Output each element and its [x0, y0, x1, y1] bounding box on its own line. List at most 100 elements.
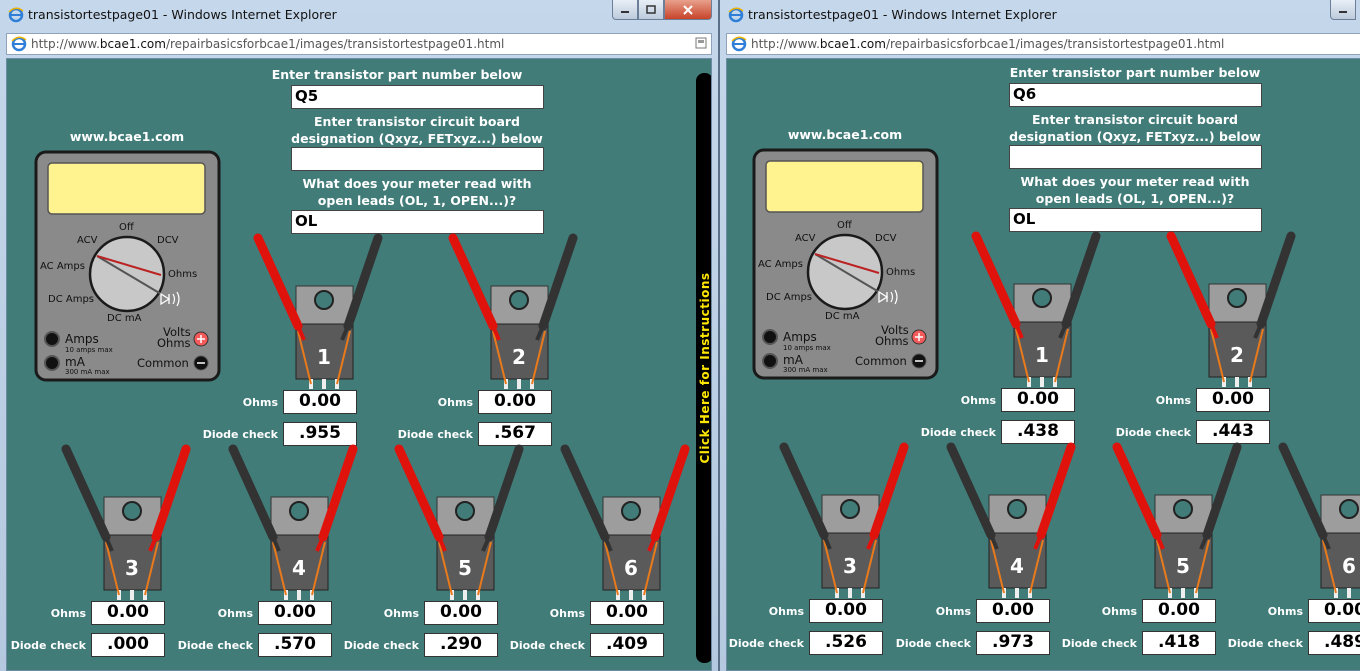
meter-read-label: What does your meter read with open leads…	[975, 173, 1295, 207]
ohms-label: Ohms	[217, 607, 253, 620]
address-bar[interactable]: http://www.bcae1.com/repairbasicsforbcae…	[6, 33, 712, 55]
meter-read-label-line2: open leads (OL, 1, OPEN...)?	[1035, 191, 1235, 206]
transistor-legs	[616, 590, 646, 600]
transistor-legs	[1168, 588, 1198, 598]
ohms-value[interactable]: 0.00	[976, 599, 1050, 623]
part-number-input[interactable]: Q6	[1009, 83, 1262, 107]
diode-check-value[interactable]: .567	[478, 422, 552, 446]
diode-check-label: Diode check	[397, 428, 473, 441]
meter-volts-ohms: Ohms	[157, 336, 191, 350]
diode-check-label: Diode check	[177, 639, 253, 652]
meter-read-label-line2: open leads (OL, 1, OPEN...)?	[317, 193, 517, 208]
svg-text:4: 4	[1010, 554, 1024, 578]
diode-check-label: Diode check	[920, 426, 996, 439]
diode-check-label: Diode check	[895, 637, 971, 650]
meter-ma: mA	[65, 355, 86, 369]
diode-check-value[interactable]: .290	[424, 633, 498, 657]
url-text: http://www.bcae1.com/repairbasicsforbcae…	[751, 37, 1225, 51]
meter-amps-sub: 10 amps max	[783, 344, 831, 352]
diode-check-value[interactable]: .955	[283, 422, 357, 446]
meter-read-input[interactable]: OL	[1009, 208, 1262, 232]
ohms-label: Ohms	[549, 607, 585, 620]
transistor-3: 3	[61, 444, 191, 600]
transistor-5: 5	[1112, 442, 1242, 598]
page-content: Enter transistor part number below Q5 En…	[6, 58, 712, 671]
close-button[interactable]	[664, 0, 712, 20]
diode-check-label: Diode check	[10, 639, 86, 652]
multimeter: Off ACV DCV AC Amps Ohms DC Amps DC mA A…	[752, 148, 939, 380]
meter-off: Off	[119, 222, 135, 233]
window-title: transistortestpage01 - Windows Internet …	[748, 7, 1057, 22]
ohms-value[interactable]: 0.00	[258, 601, 332, 625]
diode-check-value[interactable]: .438	[1001, 420, 1075, 444]
maximize-icon	[646, 4, 656, 14]
meter-amps: Amps	[65, 332, 99, 346]
ohms-value[interactable]: 0.00	[1196, 388, 1270, 412]
designation-input[interactable]	[1009, 145, 1262, 169]
meter-acv: ACV	[795, 233, 816, 244]
ohms-label: Ohms	[1155, 394, 1191, 407]
svg-text:1: 1	[1035, 343, 1049, 367]
page-icon	[11, 36, 27, 52]
minimize-button[interactable]	[1330, 0, 1356, 20]
diode-check-label: Diode check	[1061, 637, 1137, 650]
transistor-1: 1	[971, 231, 1101, 387]
svg-text:6: 6	[624, 556, 638, 580]
amps-jack	[762, 329, 778, 345]
diode-check-value[interactable]: .570	[258, 633, 332, 657]
diode-check-value[interactable]: .973	[976, 631, 1050, 655]
ohms-label: Ohms	[960, 394, 996, 407]
meter-ac-amps: AC Amps	[758, 259, 803, 270]
meter-ma: mA	[783, 353, 804, 367]
diode-check-value[interactable]: .443	[1196, 420, 1270, 444]
ohms-label: Ohms	[1267, 605, 1303, 618]
part-number-input[interactable]: Q5	[291, 85, 544, 109]
diode-check-value[interactable]: .489	[1308, 631, 1360, 655]
diode-check-label: Diode check	[728, 637, 804, 650]
ohms-value[interactable]: 0.00	[809, 599, 883, 623]
transistor-4: 4	[946, 442, 1076, 598]
transistor-6: 6	[560, 444, 690, 600]
ie-icon	[8, 7, 24, 23]
ohms-value[interactable]: 0.00	[1142, 599, 1216, 623]
ohms-value[interactable]: 0.00	[424, 601, 498, 625]
designation-input[interactable]	[291, 147, 544, 171]
compat-view-icon[interactable]	[695, 37, 707, 49]
maximize-button[interactable]	[638, 0, 664, 20]
transistor-4: 4	[228, 444, 358, 600]
minimize-button[interactable]	[612, 0, 638, 20]
transistor-5: 5	[394, 444, 524, 600]
svg-text:4: 4	[292, 556, 306, 580]
meter-read-label: What does your meter read with open leads…	[257, 175, 577, 209]
site-label: www.bcae1.com	[787, 127, 903, 142]
title-bar[interactable]: transistortestpage01 - Windows Internet …	[720, 0, 1360, 30]
diode-check-label: Diode check	[509, 639, 585, 652]
title-bar[interactable]: transistortestpage01 - Windows Internet …	[0, 0, 718, 30]
part-number-label: Enter transistor part number below	[1009, 65, 1261, 80]
ohms-value[interactable]: 0.00	[91, 601, 165, 625]
designation-label-line1: Enter transistor circuit board	[314, 114, 520, 129]
ohms-value[interactable]: 0.00	[590, 601, 664, 625]
transistor-6: 6	[1278, 442, 1360, 598]
svg-text:5: 5	[458, 556, 472, 580]
meter-ohms: Ohms	[886, 267, 915, 278]
ohms-label: Ohms	[1101, 605, 1137, 618]
svg-text:2: 2	[1230, 343, 1244, 367]
meter-acv: ACV	[77, 235, 98, 246]
ohms-value[interactable]: 0.00	[478, 390, 552, 414]
transistor-legs	[450, 590, 480, 600]
ohms-value[interactable]: 0.00	[283, 390, 357, 414]
diode-check-label: Diode check	[1227, 637, 1303, 650]
meter-read-input[interactable]: OL	[291, 210, 544, 234]
diode-check-value[interactable]: .409	[590, 633, 664, 657]
ohms-value[interactable]: 0.00	[1001, 388, 1075, 412]
ohms-value[interactable]: 0.00	[1308, 599, 1360, 623]
ie-icon	[728, 7, 744, 23]
diode-check-value[interactable]: .418	[1142, 631, 1216, 655]
meter-dc-ma: DC mA	[107, 313, 142, 324]
address-bar[interactable]: http://www.bcae1.com/repairbasicsforbcae…	[726, 33, 1360, 55]
minimize-icon	[1339, 10, 1347, 13]
diode-check-value[interactable]: .526	[809, 631, 883, 655]
diode-check-value[interactable]: .000	[91, 633, 165, 657]
transistor-1: 1	[253, 233, 383, 389]
